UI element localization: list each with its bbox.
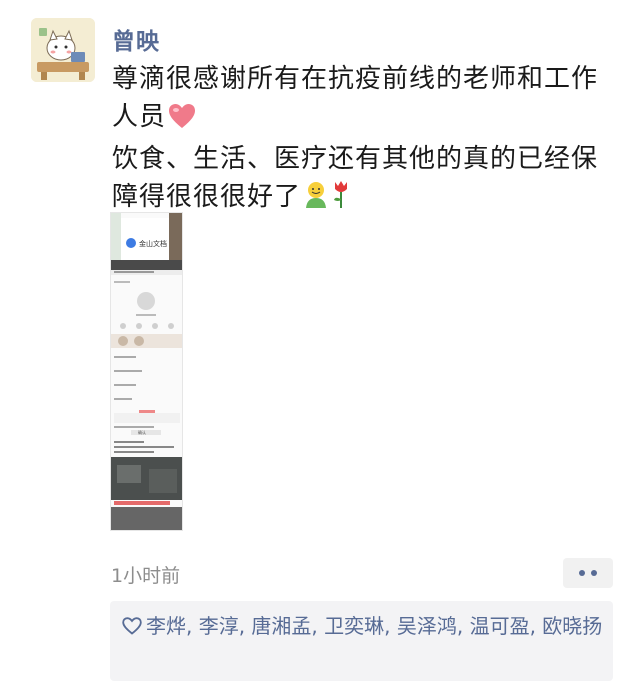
cat-illustration-icon xyxy=(31,18,95,82)
smiley-person-emoji-icon xyxy=(303,181,329,220)
post-timestamp: 1小时前 xyxy=(111,565,181,587)
likes-names[interactable]: 李烨, 李淳, 唐湘孟, 卫奕琳, 吴泽鸿, 温可盈, 欧晓扬 xyxy=(146,614,602,638)
post-text-fragment: 障得很很很好了 xyxy=(112,182,302,212)
dot-icon xyxy=(591,570,597,576)
post-image-thumbnail[interactable]: 金山文档 确认 xyxy=(110,212,183,531)
doc-app-label: 金山文档 xyxy=(139,239,167,248)
heart-emoji-icon xyxy=(168,102,196,140)
post-text-line: 障得很很很好了 xyxy=(112,178,612,220)
confirm-label: 确认 xyxy=(138,429,146,435)
post-text-line: 尊滴很感谢所有在抗疫前线的老师和工作 xyxy=(112,64,599,94)
rose-emoji-icon xyxy=(331,179,351,220)
post-text-line: 人员 xyxy=(112,98,612,140)
post-text: 尊滴很感谢所有在抗疫前线的老师和工作 人员 饮食、生活、医疗还有其他的真的已经保… xyxy=(112,60,612,220)
phone-screenshot-preview: 金山文档 确认 xyxy=(111,213,182,530)
post-text-line: 饮食、生活、医疗还有其他的真的已经保 xyxy=(112,144,599,174)
avatar[interactable] xyxy=(31,18,95,82)
dot-icon xyxy=(579,570,585,576)
heart-outline-icon xyxy=(122,613,142,644)
more-actions-button[interactable] xyxy=(563,558,613,588)
post-text-fragment: 人员 xyxy=(112,102,167,132)
likes-list: 李烨, 李淳, 唐湘孟, 卫奕琳, 吴泽鸿, 温可盈, 欧晓扬 xyxy=(122,611,607,644)
likes-panel: 李烨, 李淳, 唐湘孟, 卫奕琳, 吴泽鸿, 温可盈, 欧晓扬 xyxy=(110,601,613,681)
author-name[interactable]: 曾映 xyxy=(112,22,160,56)
